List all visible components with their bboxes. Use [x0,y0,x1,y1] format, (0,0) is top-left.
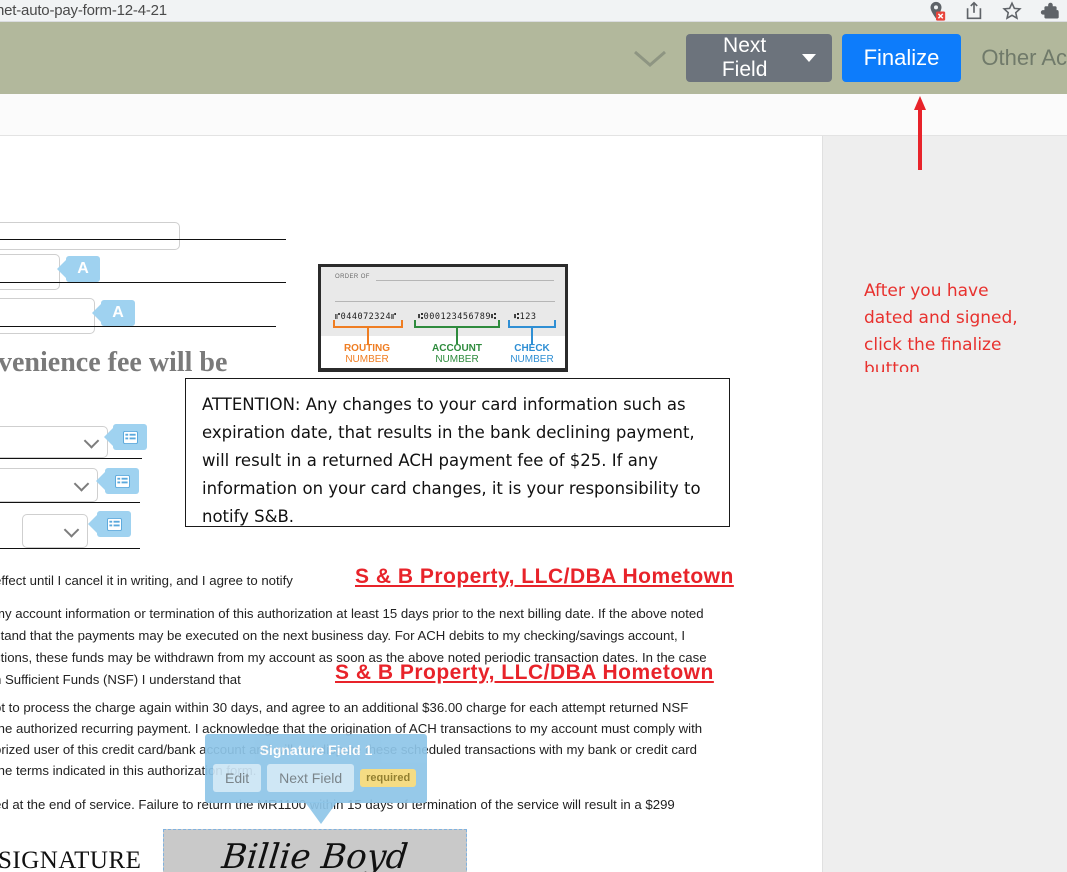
instruction-annotation: After you have dated and signed, click t… [864,278,1024,359]
pdf-document-page: A A ORDER OF ⑈044072324⑈ ⑆000123456789⑆ … [0,136,823,872]
check-number-stem [531,328,533,344]
check-order-of-label: ORDER OF [335,274,370,280]
tag-letter: A [77,260,89,277]
text-field-tag-a-2[interactable]: A [92,300,135,326]
form-rule-2 [0,282,286,283]
omnibox-icons [925,0,1067,24]
list-field-icon [106,517,122,531]
section-heading: venience fee will be [0,347,228,378]
instruction-annotation-clipped: button [864,356,1034,372]
tag-letter: A [112,304,124,321]
company-name-inline-1: S & B Property, LLC/DBA Hometown [355,565,734,588]
body-line-1: effect until I cancel it in writing, and… [0,573,293,588]
form-dropdown-2[interactable] [0,468,98,502]
list-field-icon [114,474,130,488]
signature-field[interactable]: Billie Boyd [163,829,467,872]
attention-notice-text: ATTENTION: Any changes to your card info… [202,395,701,526]
form-dropdown-1[interactable] [0,426,108,458]
red-up-arrow-annotation [914,96,926,170]
check-number-bracket [508,320,556,328]
sample-check-image: ORDER OF ⑈044072324⑈ ⑆000123456789⑆ ⑆123… [318,264,568,372]
form-rule-4 [0,458,142,459]
check-routing-stem [367,328,369,344]
tooltip-edit-button[interactable]: Edit [213,764,262,792]
form-text-field-top[interactable] [0,222,180,250]
chevron-down-icon [83,433,100,449]
chevron-down-icon [63,522,80,538]
text-field-tag-a-1[interactable]: A [57,256,100,282]
signature-value: Billie Boyd [219,837,411,872]
form-rule-3 [0,326,276,327]
check-number-label: CHECK NUMBER [510,343,554,365]
browser-tab-title[interactable]: net-auto-pay-form-12-4-21 [0,0,167,21]
document-subbar [0,94,1067,136]
browser-toolbar: net-auto-pay-form-12-4-21 [0,0,1067,22]
annotation-line-2: dated and signed, [864,308,1018,328]
form-app-toolbar: Next Field Finalize Other Ac [0,22,1067,94]
check-account-bracket [414,320,500,328]
signature-field-tooltip: Signature Field 1 Edit Next Field requir… [205,734,427,803]
list-field-icon [122,430,138,444]
signature-label: SIGNATURE [0,847,142,872]
caret-down-icon[interactable] [801,54,816,62]
next-field-button[interactable]: Next Field [685,34,832,82]
body-line-3: stand that the payments may be executed … [0,628,686,643]
annotation-line-3: click the finalize [864,335,1002,355]
tooltip-title: Signature Field 1 [259,742,373,758]
form-rule-1 [0,239,286,240]
form-text-field-2[interactable] [0,254,60,290]
finalize-button[interactable]: Finalize [841,34,962,82]
form-text-field-3[interactable] [0,298,95,334]
collapse-toolbar-button[interactable] [628,36,672,80]
form-rule-6 [0,548,140,549]
form-rule-5 [0,502,140,503]
share-icon[interactable] [963,0,985,22]
check-account-label: ACCOUNT NUMBER [432,343,482,365]
required-badge: required [360,769,417,787]
list-field-tag-1[interactable] [104,424,147,450]
body-line-2: my account information or termination of… [0,606,704,621]
tooltip-next-field-button[interactable]: Next Field [267,764,355,792]
chevron-down-icon [73,476,90,492]
extensions-puzzle-icon[interactable] [1039,0,1061,22]
tooltip-pointer [305,802,337,824]
list-field-tag-3[interactable] [88,511,131,537]
list-field-tag-2[interactable] [96,468,139,494]
tooltip-actions: Edit Next Field required [213,764,417,792]
other-actions-menu[interactable]: Other Ac [981,45,1067,71]
next-field-label: Next Field [721,34,768,81]
check-routing-bracket [333,320,403,328]
body-line-6: ot to process the charge again within 30… [0,700,689,715]
company-name-inline-2: S & B Property, LLC/DBA Hometown [335,661,714,684]
bookmark-star-icon[interactable] [1001,0,1023,22]
body-line-5: n Sufficient Funds (NSF) I understand th… [0,672,241,687]
attention-notice-box: ATTENTION: Any changes to your card info… [185,378,730,527]
annotation-line-1: After you have [864,281,989,301]
annotation-line-4: button [864,359,921,372]
document-workspace: After you have dated and signed, click t… [0,94,1067,872]
location-blocked-icon[interactable] [925,0,947,22]
form-dropdown-3[interactable] [22,514,88,548]
check-routing-label: ROUTING NUMBER [343,343,391,365]
check-account-stem [456,328,458,344]
chevron-down-icon [633,50,666,67]
